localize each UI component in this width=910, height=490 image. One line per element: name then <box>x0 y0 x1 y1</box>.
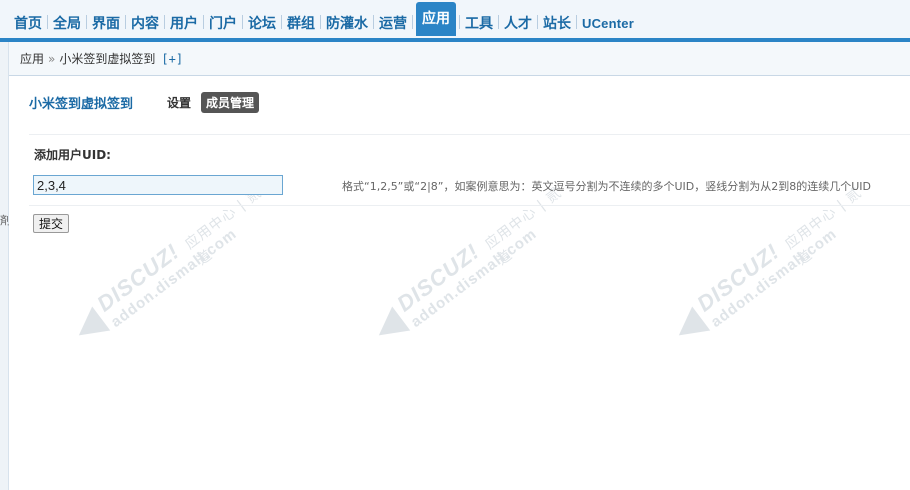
divider <box>29 205 910 206</box>
watermark-brand: DISCUZ! <box>392 238 485 317</box>
nav-separator <box>281 15 282 29</box>
nav-tabs: 首页 全局 界面 内容 用户 门户 论坛 群组 防灌水 运营 应用 工具 人才 站长 UCenter <box>12 2 636 36</box>
watermark: DISCUZ! 应用中心 | 贰道 addon.dismall.com <box>665 173 905 381</box>
nav-separator <box>242 15 243 29</box>
nav-separator <box>47 15 48 29</box>
watermark-arrow-icon <box>669 306 711 348</box>
nav-tab-10[interactable]: 应用 <box>416 2 456 36</box>
nav-tab-12[interactable]: 人才 <box>502 11 534 33</box>
watermark-brand: DISCUZ! <box>692 238 785 317</box>
nav-tab-4[interactable]: 用户 <box>168 11 200 33</box>
watermark-arrow-icon <box>369 306 411 348</box>
nav-tab-3[interactable]: 内容 <box>129 11 161 33</box>
watermark-url: addon.dismall.com <box>707 225 841 331</box>
nav-separator <box>537 15 538 29</box>
nav-separator <box>125 15 126 29</box>
nav-separator <box>498 15 499 29</box>
divider <box>29 134 910 135</box>
nav-separator <box>203 15 204 29</box>
watermark-url: addon.dismall.com <box>107 225 241 331</box>
nav-tab-1[interactable]: 全局 <box>51 11 83 33</box>
uid-field-label: 添加用户UID: <box>34 148 111 162</box>
nav-tab-2[interactable]: 界面 <box>90 11 122 33</box>
nav-tab-5[interactable]: 门户 <box>207 11 239 33</box>
nav-tab-9[interactable]: 运营 <box>377 11 409 33</box>
nav-separator <box>320 15 321 29</box>
main-content: DISCUZ! 应用中心 | 贰道 addon.dismall.com DISC… <box>9 77 910 490</box>
breadcrumb-separator: » <box>48 52 56 66</box>
nav-tab-0[interactable]: 首页 <box>12 11 44 33</box>
top-nav: 首页 全局 界面 内容 用户 门户 论坛 群组 防灌水 运营 应用 工具 人才 站长 UCenter <box>0 0 910 42</box>
watermark-arrow-icon <box>69 306 111 348</box>
watermark-url: addon.dismall.com <box>407 225 541 331</box>
nav-tab-7[interactable]: 群组 <box>285 11 317 33</box>
nav-tab-8[interactable]: 防灌水 <box>324 11 370 33</box>
tab-member-management[interactable]: 成员管理 <box>201 92 260 113</box>
uid-input[interactable] <box>33 175 283 195</box>
watermark-brand: DISCUZ! <box>92 238 185 317</box>
page-title: 小米签到虚拟签到 <box>29 97 134 112</box>
nav-separator <box>373 15 374 29</box>
nav-tab-14[interactable]: UCenter <box>580 11 636 33</box>
nav-separator <box>164 15 165 29</box>
nav-separator <box>412 15 413 29</box>
left-sidebar-strip: 剤 <box>0 42 11 490</box>
breadcrumb-current: 小米签到虚拟签到 <box>59 52 156 66</box>
nav-tab-6[interactable]: 论坛 <box>246 11 278 33</box>
breadcrumb: 应用 » 小米签到虚拟签到 [+] <box>9 42 910 76</box>
nav-tab-13[interactable]: 站长 <box>541 11 573 33</box>
watermark: DISCUZ! 应用中心 | 贰道 addon.dismall.com <box>65 173 305 381</box>
uid-format-tip: 格式“1,2,5”或“2|8”，如案例意思为：英文逗号分割为不连续的多个UID，… <box>342 180 872 193</box>
nav-separator <box>86 15 87 29</box>
nav-separator <box>576 15 577 29</box>
nav-separator <box>459 15 460 29</box>
nav-tab-11[interactable]: 工具 <box>463 11 495 33</box>
breadcrumb-root[interactable]: 应用 <box>20 52 44 66</box>
add-shortcut-button[interactable]: [+] <box>161 52 183 66</box>
tab-settings[interactable]: 设置 <box>167 94 191 111</box>
watermark: DISCUZ! 应用中心 | 贰道 addon.dismall.com <box>365 173 605 381</box>
submit-button[interactable]: 提交 <box>33 214 69 233</box>
